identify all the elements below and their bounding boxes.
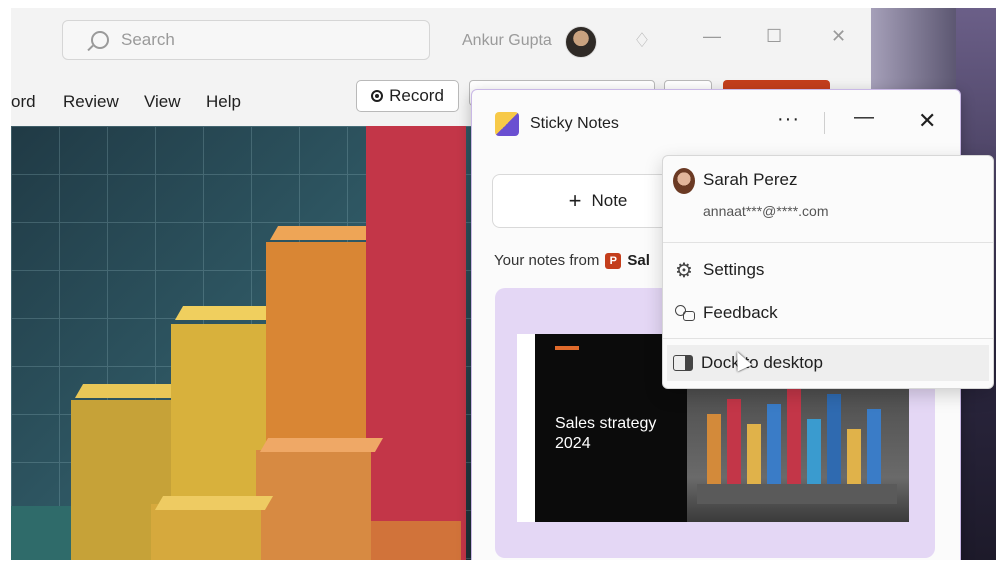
chart-bar bbox=[11, 506, 71, 560]
search-icon bbox=[91, 31, 109, 49]
close-button[interactable]: ✕ bbox=[918, 108, 936, 134]
account-email: annaat***@****.com bbox=[703, 203, 829, 219]
slide-chart-image bbox=[687, 374, 909, 522]
thumbnail-edge bbox=[517, 334, 535, 522]
dock-icon bbox=[673, 355, 693, 371]
separator bbox=[663, 338, 993, 339]
menu-item-dock-to-desktop[interactable]: Dock to desktop bbox=[667, 345, 989, 381]
sticky-notes-logo-icon bbox=[495, 112, 519, 136]
minimize-button[interactable]: — bbox=[703, 26, 721, 47]
gem-icon[interactable]: ♢ bbox=[633, 28, 651, 53]
maximize-button[interactable]: ☐ bbox=[766, 26, 782, 47]
divider bbox=[824, 112, 825, 134]
gear-icon: ⚙ bbox=[675, 259, 693, 282]
feedback-icon bbox=[673, 303, 695, 323]
notes-source: Your notes from P Sal bbox=[494, 252, 650, 269]
search-box[interactable]: Search bbox=[62, 20, 430, 60]
chart-bar bbox=[366, 126, 466, 560]
settings-label: Settings bbox=[703, 260, 765, 279]
slide-chart-bars bbox=[697, 389, 897, 504]
avatar[interactable] bbox=[565, 26, 597, 58]
record-label: Record bbox=[389, 86, 444, 105]
close-button[interactable]: ✕ bbox=[831, 26, 846, 47]
separator bbox=[663, 242, 993, 243]
plus-icon: + bbox=[568, 188, 582, 213]
title-bar: Search Ankur Gupta ♢ — ☐ ✕ bbox=[11, 8, 871, 78]
search-placeholder: Search bbox=[121, 30, 175, 49]
accent-line bbox=[555, 346, 579, 350]
record-button[interactable]: Record bbox=[356, 80, 459, 112]
notes-from-label: Your notes from bbox=[494, 252, 600, 269]
new-note-label: Note bbox=[591, 191, 628, 210]
tab-record[interactable]: ord bbox=[11, 92, 36, 112]
notes-from-app: Sal bbox=[627, 252, 650, 269]
slide-title: Sales strategy 2024 bbox=[555, 415, 657, 452]
chart-bar bbox=[371, 521, 461, 560]
desktop-frame: Search Ankur Gupta ♢ — ☐ ✕ ord Review Vi… bbox=[11, 8, 996, 560]
minimize-button[interactable]: — bbox=[854, 106, 874, 129]
account-menu: Sarah Perez annaat***@****.com ⚙ Setting… bbox=[662, 155, 994, 389]
account-name[interactable]: Ankur Gupta bbox=[462, 32, 552, 50]
dock-label: Dock to desktop bbox=[701, 353, 823, 372]
menu-item-feedback[interactable]: Feedback bbox=[673, 295, 983, 331]
tab-view[interactable]: View bbox=[144, 92, 181, 112]
chart-bar bbox=[151, 496, 274, 560]
window-title: Sticky Notes bbox=[530, 115, 619, 132]
more-options-icon[interactable]: ··· bbox=[777, 108, 800, 131]
menu-item-settings[interactable]: ⚙ Settings bbox=[673, 252, 983, 288]
record-icon bbox=[371, 90, 384, 102]
account-name: Sarah Perez bbox=[703, 170, 798, 189]
feedback-label: Feedback bbox=[703, 303, 778, 322]
tab-help[interactable]: Help bbox=[206, 92, 241, 112]
avatar bbox=[673, 168, 695, 194]
tab-review[interactable]: Review bbox=[63, 92, 119, 112]
chart-bar bbox=[256, 438, 384, 560]
powerpoint-icon: P bbox=[605, 252, 622, 269]
